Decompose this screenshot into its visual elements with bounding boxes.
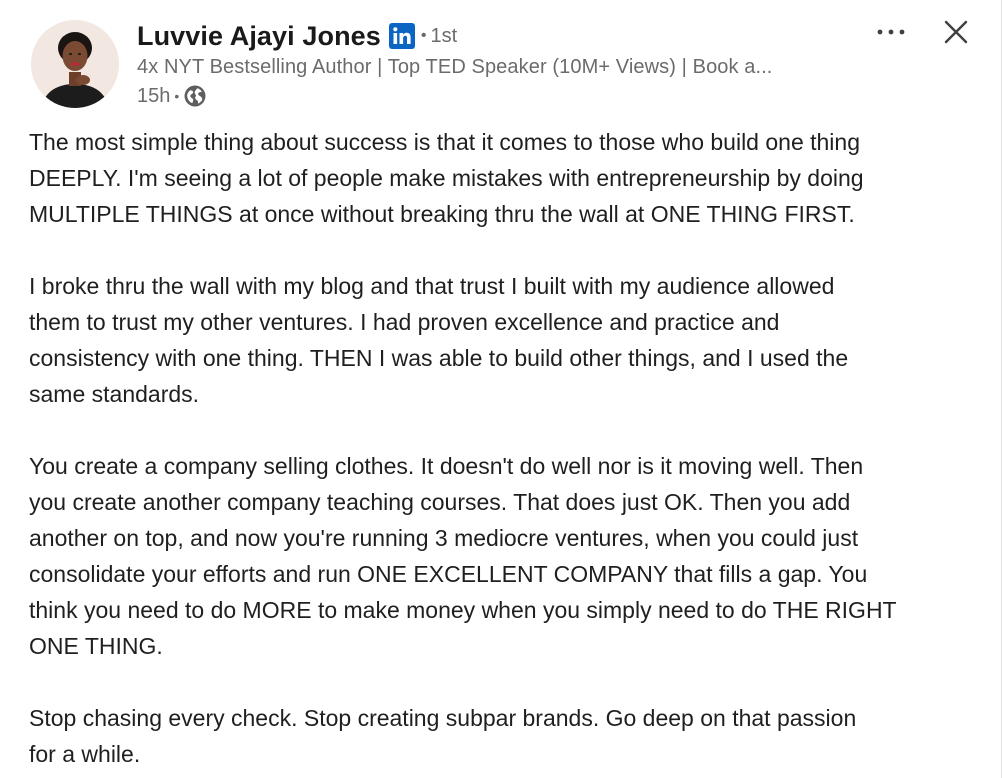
separator-dot: • [174, 88, 180, 104]
post-paragraph: You create a company selling clothes. It… [29, 448, 989, 664]
text-line: you create another company teaching cour… [29, 489, 851, 515]
ellipsis-icon [877, 29, 905, 35]
close-icon [944, 20, 968, 44]
text-line: Stop chasing every check. Stop creating … [29, 705, 857, 731]
text-line: DEEPLY. I'm seeing a lot of people make … [29, 165, 864, 191]
post-paragraph: I broke thru the wall with my blog and t… [29, 268, 989, 412]
author-headline: 4x NYT Bestselling Author | Top TED Spea… [137, 56, 773, 78]
post-timestamp: 15h [137, 84, 171, 107]
text-line: them to trust my other ventures. I had p… [29, 309, 780, 335]
more-options-button[interactable] [870, 14, 912, 50]
author-name[interactable]: Luvvie Ajayi Jones [137, 21, 381, 52]
connection-degree: 1st [430, 24, 458, 47]
post-text: The most simple thing about success is t… [29, 124, 989, 778]
text-line: consistency with one thing. THEN I was a… [29, 345, 849, 371]
text-line: another on top, and now you're running 3… [29, 525, 859, 551]
text-line: think you need to do MORE to make money … [29, 597, 897, 623]
avatar-photo [31, 20, 119, 108]
linkedin-icon [388, 23, 415, 49]
globe-icon [183, 84, 207, 108]
close-button[interactable] [934, 10, 978, 54]
post-header: Luvvie Ajayi Jones • 1st 4x NYT Bestsell… [0, 0, 1002, 120]
separator-dot: • [420, 27, 427, 44]
post-meta: 15h • [137, 83, 207, 109]
text-line: I broke thru the wall with my blog and t… [29, 273, 835, 299]
post-paragraph: Stop chasing every check. Stop creating … [29, 700, 989, 772]
text-line: consolidate your efforts and run ONE EXC… [29, 561, 868, 587]
text-line: same standards. [29, 381, 200, 407]
text-line: ONE THING. [29, 633, 163, 659]
author-name-row: Luvvie Ajayi Jones • 1st [137, 18, 457, 54]
text-line: The most simple thing about success is t… [29, 129, 860, 155]
text-line: You create a company selling clothes. It… [29, 453, 864, 479]
post-paragraph: The most simple thing about success is t… [29, 124, 989, 232]
text-line: for a while. [29, 741, 141, 767]
post-card: Luvvie Ajayi Jones • 1st 4x NYT Bestsell… [0, 0, 1002, 778]
text-line: MULTIPLE THINGS at once without breaking… [29, 201, 855, 227]
avatar[interactable] [31, 20, 119, 108]
